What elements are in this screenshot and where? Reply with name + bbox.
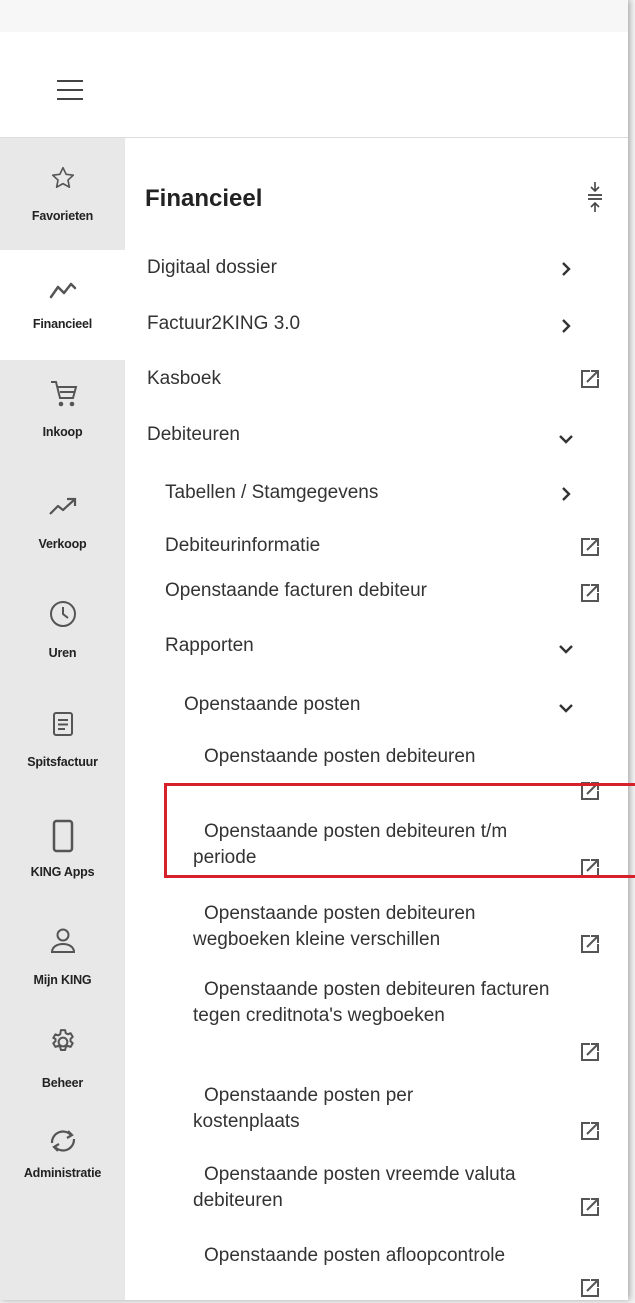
menu-item-factuur2king[interactable]: Factuur2KING 3.0 bbox=[147, 311, 300, 337]
user-icon bbox=[0, 922, 125, 958]
menu-item-debiteuren[interactable]: Debiteuren bbox=[147, 422, 240, 448]
sidebar-item-label: Mijn KING bbox=[33, 973, 92, 987]
external-link-icon[interactable] bbox=[580, 1042, 600, 1067]
trend-line-icon bbox=[0, 272, 125, 308]
sync-icon bbox=[0, 1123, 125, 1159]
external-link-icon[interactable] bbox=[580, 781, 600, 806]
external-link-icon[interactable] bbox=[580, 1121, 600, 1146]
cart-icon bbox=[0, 376, 125, 412]
sidebar-item-label: Administratie bbox=[23, 1166, 102, 1180]
sidebar-item-administratie[interactable]: Administratie bbox=[0, 1130, 125, 1256]
document-icon bbox=[0, 706, 125, 742]
menu-item-op-debiteuren[interactable]: Openstaande posten debiteuren bbox=[204, 744, 476, 770]
menu-item-op-per-kostenplaats[interactable]: Openstaande posten per kostenplaats bbox=[193, 1083, 443, 1135]
external-link-icon[interactable] bbox=[580, 858, 600, 883]
sidebar-item-label: Uren bbox=[48, 646, 77, 660]
trending-up-icon bbox=[0, 488, 125, 524]
external-link-icon[interactable] bbox=[580, 934, 600, 959]
menu-item-op-vreemde-valuta[interactable]: Openstaande posten vreemde valuta debite… bbox=[193, 1162, 573, 1214]
menu-item-kasboek[interactable]: Kasboek bbox=[147, 366, 221, 392]
star-icon bbox=[0, 160, 125, 196]
chevron-down-icon[interactable] bbox=[558, 642, 574, 660]
menu-item-openstaande-posten[interactable]: Openstaande posten bbox=[184, 692, 360, 718]
menu-item-op-afloopcontrole[interactable]: Openstaande posten afloopcontrole bbox=[204, 1243, 505, 1269]
clock-icon bbox=[0, 596, 125, 632]
gear-icon bbox=[0, 1024, 125, 1060]
menu-item-tabellen-stamgegevens[interactable]: Tabellen / Stamgegevens bbox=[165, 480, 378, 506]
sidebar-item-spitsfactuur[interactable]: Spitsfactuur bbox=[0, 698, 125, 808]
sidebar-item-inkoop[interactable]: Inkoop bbox=[0, 362, 125, 472]
module-sidebar: Favorieten Financieel Inkoop Verkoop Ure… bbox=[0, 138, 125, 1300]
navigation-panel: Favorieten Financieel Inkoop Verkoop Ure… bbox=[0, 0, 628, 1300]
sidebar-item-favorieten[interactable]: Favorieten bbox=[0, 138, 125, 248]
sidebar-item-king-apps[interactable]: KING Apps bbox=[0, 810, 125, 920]
external-link-icon[interactable] bbox=[580, 369, 600, 394]
menu-item-rapporten[interactable]: Rapporten bbox=[165, 633, 254, 659]
sidebar-item-mijn-king[interactable]: Mijn KING bbox=[0, 922, 125, 1032]
menu-item-openstaande-facturen-debiteur[interactable]: Openstaande facturen debiteur bbox=[165, 578, 427, 604]
sidebar-item-label: Inkoop bbox=[42, 425, 83, 439]
collapse-all-icon[interactable] bbox=[587, 178, 603, 214]
external-link-icon[interactable] bbox=[580, 1278, 600, 1303]
sidebar-item-label: Beheer bbox=[41, 1076, 84, 1090]
chevron-down-icon[interactable] bbox=[558, 701, 574, 719]
external-link-icon[interactable] bbox=[580, 583, 600, 608]
sidebar-item-label: Spitsfactuur bbox=[27, 755, 98, 769]
sidebar-item-label: Financieel bbox=[32, 317, 93, 331]
menu-item-op-wegboeken-kleine-verschillen[interactable]: Openstaande posten debiteuren wegboeken … bbox=[193, 901, 573, 953]
page-title: Financieel bbox=[145, 185, 263, 212]
hamburger-menu-icon[interactable] bbox=[57, 80, 83, 100]
chevron-right-icon[interactable] bbox=[560, 318, 572, 339]
header-row bbox=[0, 32, 628, 138]
mobile-icon bbox=[0, 818, 125, 854]
top-bar bbox=[0, 0, 628, 33]
menu-item-op-debiteuren-tm-periode[interactable]: Openstaande posten debiteuren t/m period… bbox=[193, 819, 573, 871]
external-link-icon[interactable] bbox=[580, 537, 600, 562]
sidebar-item-verkoop[interactable]: Verkoop bbox=[0, 474, 125, 584]
menu-item-debiteurinformatie[interactable]: Debiteurinformatie bbox=[165, 533, 320, 559]
external-link-icon[interactable] bbox=[580, 1197, 600, 1222]
chevron-down-icon[interactable] bbox=[558, 432, 574, 450]
sidebar-item-uren[interactable]: Uren bbox=[0, 586, 125, 696]
sidebar-item-financieel[interactable]: Financieel bbox=[0, 250, 125, 360]
menu-item-op-creditnotas-wegboeken[interactable]: Openstaande posten debiteuren facturen t… bbox=[193, 977, 553, 1029]
sidebar-item-label: Favorieten bbox=[31, 209, 94, 223]
chevron-right-icon[interactable] bbox=[560, 486, 572, 507]
sidebar-item-label: KING Apps bbox=[30, 865, 95, 879]
chevron-right-icon[interactable] bbox=[560, 261, 572, 282]
sidebar-item-label: Verkoop bbox=[38, 537, 87, 551]
menu-item-digitaal-dossier[interactable]: Digitaal dossier bbox=[147, 255, 277, 281]
